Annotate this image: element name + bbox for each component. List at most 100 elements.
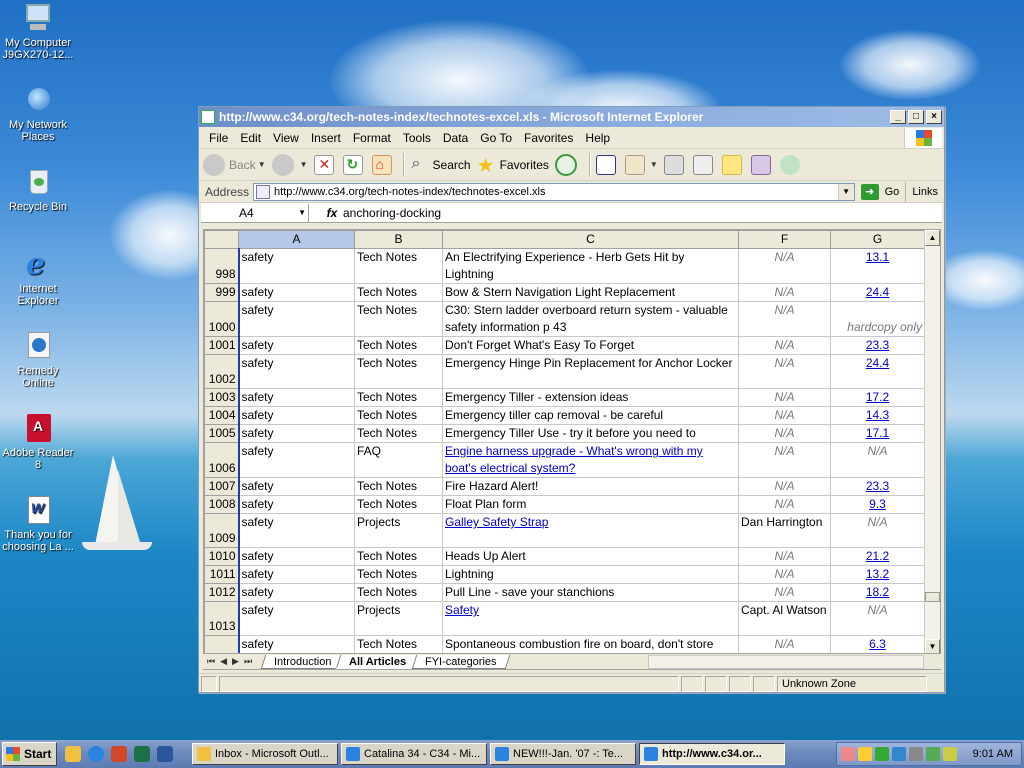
cell-type[interactable]: Tech Notes	[354, 248, 443, 284]
cell-author[interactable]: N/A	[738, 495, 831, 514]
cell-title[interactable]: Spontaneous combustion fire on board, do…	[442, 635, 739, 653]
cell-title-link[interactable]: Safety	[445, 603, 479, 617]
row-number[interactable]: 1007	[204, 477, 239, 496]
desktop-icon-remedy-online[interactable]: Remedy Online	[0, 330, 76, 389]
cell-type[interactable]: Projects	[354, 513, 443, 548]
go-button[interactable]: ➜ Go	[860, 183, 899, 200]
cell-category[interactable]: safety	[237, 495, 355, 514]
tray-icon[interactable]	[926, 747, 940, 761]
cell-title[interactable]: Heads Up Alert	[442, 547, 739, 566]
horizontal-scrollbar[interactable]	[648, 655, 924, 669]
outlook-quicklaunch-icon[interactable]	[65, 746, 81, 762]
row-number[interactable]: 998	[204, 248, 239, 284]
row-number[interactable]: 1013	[204, 601, 239, 636]
cell-type[interactable]: Tech Notes	[354, 354, 443, 389]
mail-button[interactable]: ▼	[624, 154, 658, 175]
cell-issue-link[interactable]: 23.3	[866, 479, 889, 493]
history-button[interactable]	[554, 153, 581, 176]
chevron-down-icon[interactable]: ▼	[298, 204, 306, 222]
print-button[interactable]	[663, 154, 687, 175]
discuss-button[interactable]	[721, 154, 745, 175]
cell-author[interactable]: N/A	[738, 547, 831, 566]
cell-title[interactable]: Don't Forget What's Easy To Forget	[442, 336, 739, 355]
row-number[interactable]: 1002	[204, 354, 239, 389]
cell-type[interactable]: Tech Notes	[354, 388, 443, 407]
cell-category[interactable]: safety	[237, 406, 355, 425]
cell-author[interactable]: N/A	[738, 354, 831, 389]
close-button[interactable]: ×	[926, 110, 942, 124]
cell-issue[interactable]: 24.4	[830, 354, 925, 389]
cell-author[interactable]: N/A	[738, 283, 831, 302]
cell-type[interactable]: Tech Notes	[354, 565, 443, 584]
column-header-c[interactable]: C	[442, 230, 739, 249]
cell-title[interactable]: Emergency Tiller Use - try it before you…	[442, 424, 739, 443]
cell-category[interactable]: safety	[237, 354, 355, 389]
cell-issue[interactable]: 23.3	[830, 336, 925, 355]
cell-title[interactable]: Galley Safety Strap	[442, 513, 739, 548]
row-number[interactable]: 1008	[204, 495, 239, 514]
excel-quicklaunch-icon[interactable]	[134, 746, 150, 762]
back-button[interactable]: Back ▼	[203, 153, 266, 176]
cell-author[interactable]: N/A	[738, 442, 831, 478]
cell-title[interactable]: An Electrifying Experience - Herb Gets H…	[442, 248, 739, 284]
cell-category[interactable]: safety	[237, 301, 355, 337]
cell-title[interactable]: C30: Stern ladder overboard return syste…	[442, 301, 739, 337]
home-button[interactable]: ⌂	[371, 154, 395, 175]
cell-title[interactable]: Emergency Hinge Pin Replacement for Anch…	[442, 354, 739, 389]
cell-category[interactable]: safety	[237, 283, 355, 302]
tray-icon[interactable]	[841, 747, 855, 761]
cell-author[interactable]: N/A	[738, 565, 831, 584]
select-all-corner[interactable]	[204, 230, 239, 249]
cell-type[interactable]: Tech Notes	[354, 635, 443, 653]
cell-type[interactable]: Tech Notes	[354, 336, 443, 355]
tray-icon[interactable]	[943, 747, 957, 761]
cell-title[interactable]: Lightning	[442, 565, 739, 584]
edit-button[interactable]	[692, 154, 716, 175]
column-header-g[interactable]: G	[830, 230, 925, 249]
word-quicklaunch-icon[interactable]	[157, 746, 173, 762]
menu-help[interactable]: Help	[579, 131, 616, 145]
cell-issue-link[interactable]: 13.1	[866, 250, 889, 264]
desktop-icon-recycle-bin[interactable]: Recycle Bin	[0, 166, 76, 213]
cell-issue-link[interactable]: 21.2	[866, 549, 889, 563]
taskbar-item-c34-xls[interactable]: http://www.c34.or...	[639, 743, 785, 765]
cell-issue[interactable]: 17.2	[830, 388, 925, 407]
refresh-button[interactable]: ↻	[342, 154, 366, 175]
name-box[interactable]: A4 ▼	[201, 203, 309, 222]
menu-file[interactable]: File	[203, 131, 234, 145]
column-header-b[interactable]: B	[354, 230, 443, 249]
cell-issue[interactable]: 24.4	[830, 283, 925, 302]
cell-category[interactable]: safety	[237, 547, 355, 566]
cell-issue[interactable]: 23.3	[830, 477, 925, 496]
minimize-button[interactable]: _	[890, 110, 906, 124]
cell-title[interactable]: Float Plan form	[442, 495, 739, 514]
cell-issue-link[interactable]: 9.3	[869, 497, 886, 511]
start-button[interactable]: Start	[2, 742, 57, 766]
menu-view[interactable]: View	[267, 131, 305, 145]
desktop-icon-network-places[interactable]: My Network Places	[0, 84, 76, 143]
menu-insert[interactable]: Insert	[305, 131, 347, 145]
tray-icon[interactable]	[892, 747, 906, 761]
row-number[interactable]: 1003	[204, 388, 239, 407]
row-number[interactable]: 1010	[204, 547, 239, 566]
scroll-down-button[interactable]: ▼	[925, 639, 940, 653]
cell-issue[interactable]: 13.1	[830, 248, 925, 284]
favorites-button[interactable]: ★ Favorites	[477, 155, 549, 177]
desktop-icon-internet-explorer[interactable]: e Internet Explorer	[0, 248, 76, 308]
sheet-tab-fyi-categories[interactable]: FYI-categories	[411, 654, 510, 669]
search-button[interactable]: ⌕ Search	[410, 155, 471, 175]
cell-author[interactable]: N/A	[738, 301, 831, 337]
cell-issue[interactable]: 13.2	[830, 565, 925, 584]
cell-author[interactable]: N/A	[738, 635, 831, 653]
cell-author[interactable]: N/A	[738, 477, 831, 496]
row-number[interactable]: 1014	[204, 635, 239, 653]
cell-type[interactable]: Tech Notes	[354, 583, 443, 602]
row-number[interactable]: 1011	[204, 565, 239, 584]
cell-issue-link[interactable]: 13.2	[866, 567, 889, 581]
cell-title[interactable]: Fire Hazard Alert!	[442, 477, 739, 496]
menu-favorites[interactable]: Favorites	[518, 131, 579, 145]
forward-button[interactable]: ▼	[271, 153, 308, 176]
taskbar-item-outlook[interactable]: Inbox - Microsoft Outl...	[192, 743, 338, 765]
cell-issue[interactable]: 9.3	[830, 495, 925, 514]
cell-category[interactable]: safety	[237, 388, 355, 407]
